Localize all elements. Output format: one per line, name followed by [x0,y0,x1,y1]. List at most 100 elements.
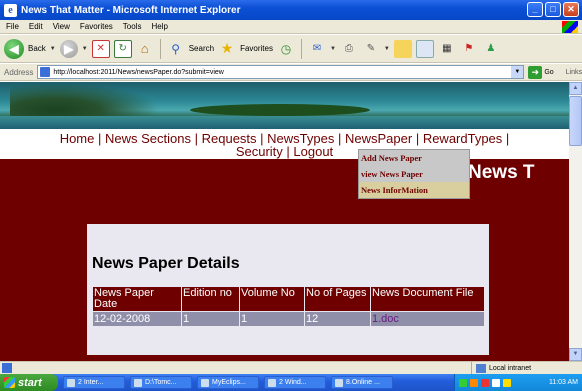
tray-app-icon[interactable] [470,378,478,387]
table-header-row: News Paper Date Edition no Volume No No … [92,286,485,312]
nav-logout[interactable]: Logout [293,144,333,159]
menu-tools[interactable]: Tools [123,22,142,31]
bookmark-icon[interactable]: ⚑ [460,40,478,58]
eclipse-task-icon [201,378,209,387]
stop-icon[interactable]: ✕ [91,39,110,58]
menu-help[interactable]: Help [151,22,167,31]
nav-rewardtypes[interactable]: RewardTypes [423,131,502,146]
news-paper-details-panel: News Paper Details News Paper Date Editi… [87,224,489,355]
taskbar-item[interactable]: 2 Wind... [264,376,326,389]
mail-icon[interactable]: ✉ [308,40,326,58]
tray-volume-icon[interactable] [503,378,511,387]
tray-network-icon[interactable] [459,378,467,387]
column-header: Volume No [239,286,305,312]
close-button[interactable]: ✕ [563,2,579,17]
menu-favorites[interactable]: Favorites [80,22,113,31]
status-bar: Local intranet [0,361,582,375]
menu-item-view-news-paper[interactable]: view News Paper [359,166,469,182]
window-title: News That Matter - Microsoft Internet Ex… [21,4,241,16]
address-bar: Address http://localhost:2011/News/newsP… [0,64,582,81]
print-icon[interactable]: ⎙ [340,40,358,58]
history-icon[interactable]: ◷ [277,40,295,58]
back-dropdown-icon[interactable]: ▼ [50,46,56,52]
newspaper-dropdown-menu: Add News Paper view News Paper News Info… [358,149,470,199]
maximize-button[interactable]: □ [545,2,561,17]
scroll-down-icon[interactable]: ▼ [569,348,582,361]
home-icon[interactable]: ⌂ [136,40,154,58]
ie-task-icon [67,378,75,387]
minimize-button[interactable]: _ [527,2,543,17]
nav-separator: | [337,131,345,146]
scroll-thumb[interactable] [569,96,582,146]
menu-edit[interactable]: Edit [29,22,43,31]
start-button[interactable]: start [0,374,58,391]
tray-messenger-icon[interactable] [492,378,500,387]
forward-arrow-icon[interactable]: ▶ [59,39,78,58]
vertical-scrollbar[interactable]: ▲ ▼ [569,82,582,361]
taskbar-item[interactable]: D:\Tomc... [130,376,192,389]
address-url[interactable]: http://localhost:2011/News/newsPaper.do?… [53,69,224,76]
refresh-icon[interactable]: ↻ [113,39,132,58]
clock: 11:03 AM [548,379,578,386]
search-icon[interactable]: ⚲ [167,40,185,58]
cell-edition: 1 [181,311,240,327]
island-image [190,104,370,116]
taskbar-item[interactable]: MyEclips... [197,376,259,389]
taskbar-item-label[interactable]: 8.Online ... [346,379,380,386]
favorites-star-icon[interactable]: ★ [218,40,236,58]
go-button[interactable]: ➜ Go [528,65,554,79]
menu-file[interactable]: File [6,22,19,31]
column-header: News Document File [370,286,485,312]
taskbar-item[interactable]: 2 Inter... [63,376,125,389]
nav-separator: | [415,131,423,146]
site-header-title: News T [468,162,535,183]
nav-home[interactable]: Home [60,131,95,146]
page-status-icon [2,363,12,373]
nav-separator: | [98,131,105,146]
links-label[interactable]: Links [566,69,582,76]
forward-dropdown-icon[interactable]: ▼ [82,46,88,52]
nav-security[interactable]: Security [236,144,283,159]
address-dropdown-icon[interactable]: ▼ [511,66,524,78]
go-label[interactable]: Go [544,69,553,76]
nav-newspaper[interactable]: NewsPaper [345,131,412,146]
ie-logo-icon: e [4,3,17,17]
people-icon[interactable]: ♟ [482,40,500,58]
favorites-button-label[interactable]: Favorites [240,44,273,53]
menu-item-add-news-paper[interactable]: Add News Paper [359,150,469,166]
column-header: No of Pages [304,286,371,312]
edit-dropdown-icon[interactable]: ▼ [384,46,390,52]
research-icon[interactable] [415,39,434,58]
mail-dropdown-icon[interactable]: ▼ [330,46,336,52]
nav-news-sections[interactable]: News Sections [105,131,191,146]
address-input[interactable]: http://localhost:2011/News/newsPaper.do?… [37,65,525,79]
search-button-label[interactable]: Search [189,44,214,53]
explorer-task-icon [268,378,276,387]
taskbar-item[interactable]: 8.Online ... [331,376,393,389]
tropical-banner-image [0,82,569,129]
menu-item-news-information[interactable]: News InforMation [359,182,469,198]
news-paper-table: News Paper Date Edition no Volume No No … [92,286,485,327]
go-arrow-icon[interactable]: ➜ [528,65,543,79]
edit-icon[interactable]: ✎ [362,40,380,58]
taskbar: start 2 Inter... D:\Tomc... MyEclips... … [0,374,582,391]
scroll-up-icon[interactable]: ▲ [569,82,582,95]
tray-security-icon[interactable] [481,378,489,387]
menu-bar: File Edit View Favorites Tools Help [0,20,582,34]
back-arrow-icon[interactable]: ◀ [4,38,24,59]
messenger-icon[interactable]: ▦ [438,40,456,58]
folder-icon[interactable] [393,39,412,58]
taskbar-item-label[interactable]: MyEclips... [212,379,246,386]
menu-view[interactable]: View [53,22,70,31]
back-button-label[interactable]: Back [28,44,46,53]
taskbar-item-label[interactable]: D:\Tomc... [145,379,177,386]
start-label[interactable]: start [18,377,42,389]
document-file-link[interactable]: 1.doc [370,311,485,327]
nav-separator: | [194,131,202,146]
taskbar-item-label[interactable]: 2 Wind... [279,379,307,386]
intranet-icon [476,364,486,373]
cell-volume: 1 [239,311,305,327]
taskbar-item-label[interactable]: 2 Inter... [78,379,103,386]
windows-flag-icon [562,21,578,33]
folder-task-icon [134,378,142,387]
